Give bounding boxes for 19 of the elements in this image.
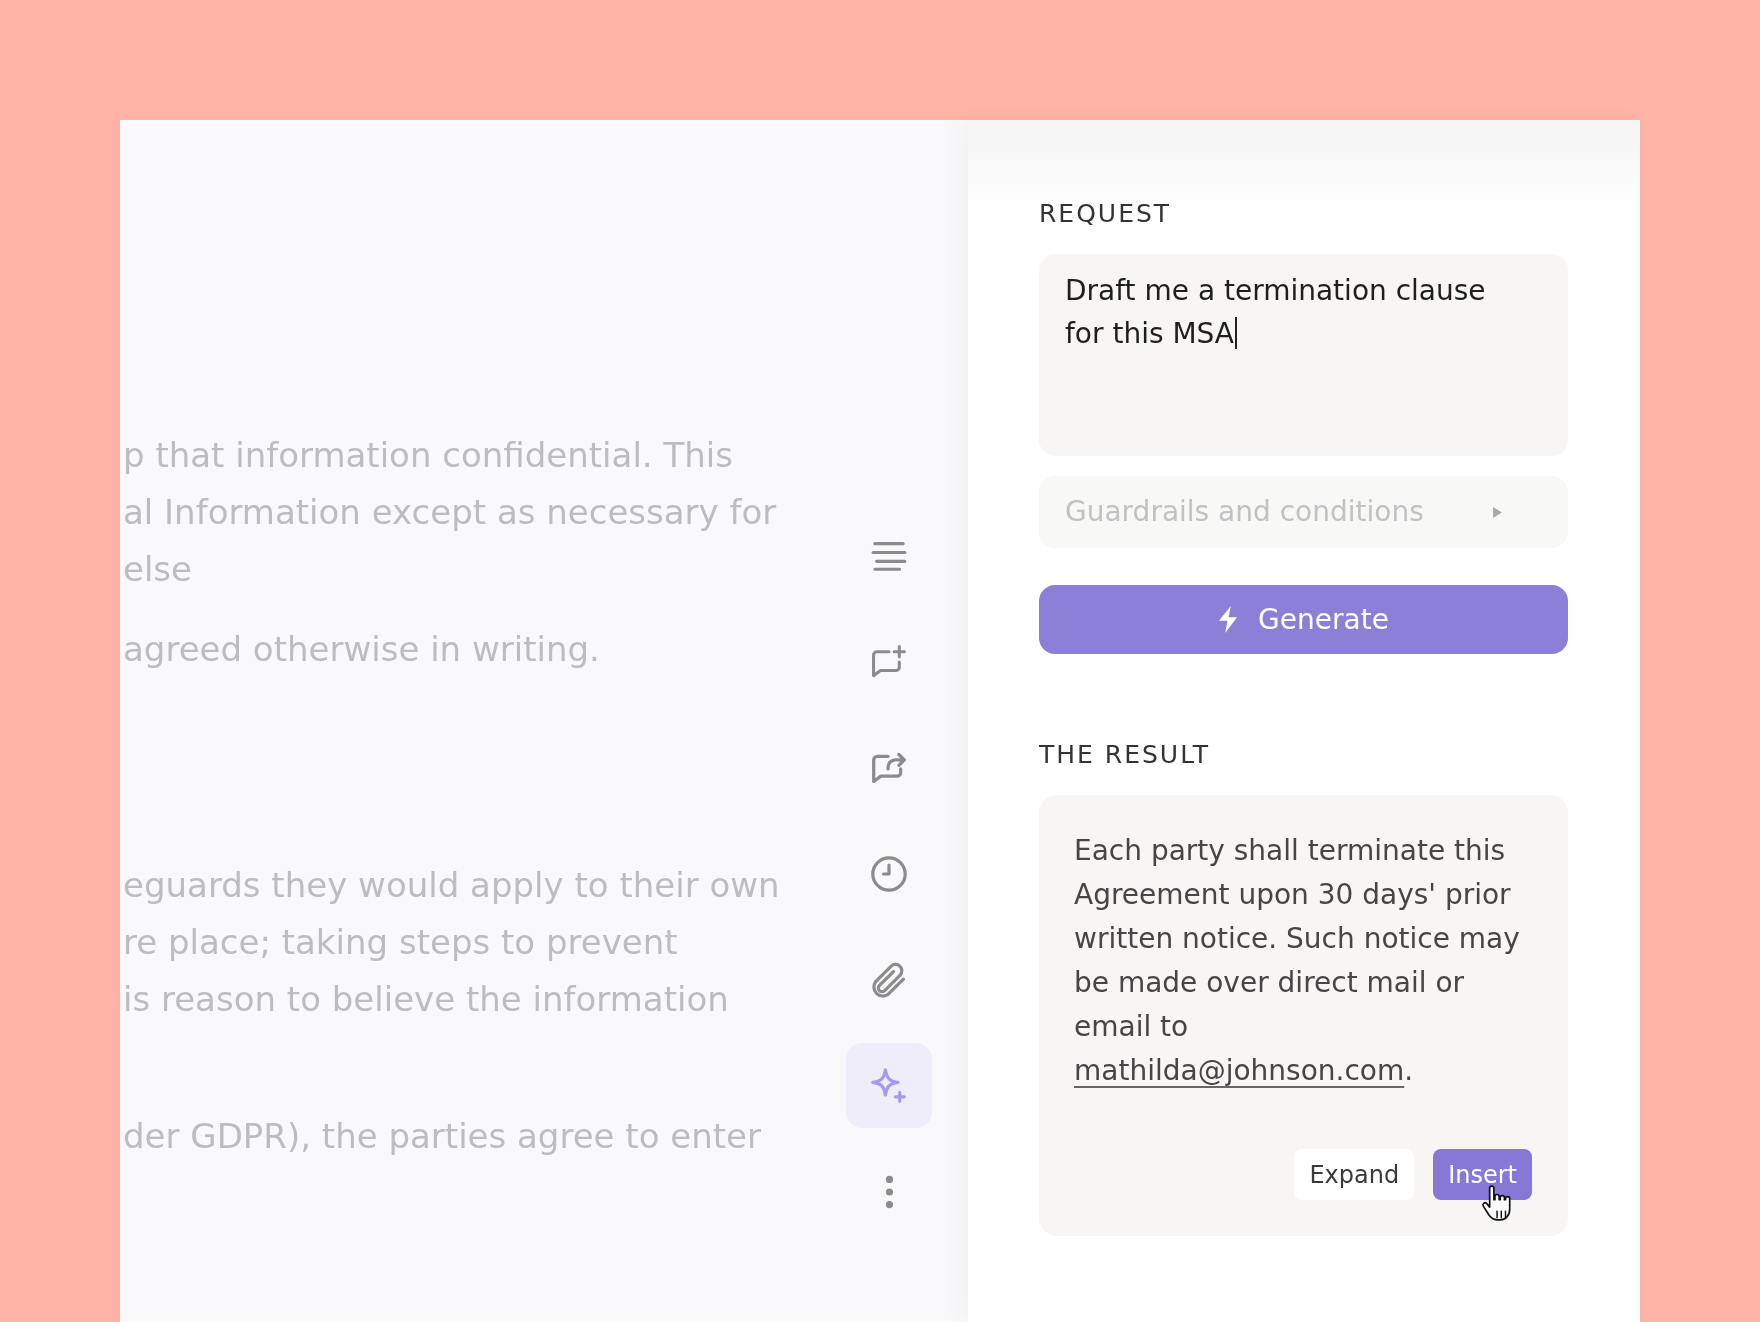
document-text: p that information confidential. This al Information except as necessary for else <box>123 434 778 592</box>
request-input[interactable]: Draft me a termination clause for this MSA <box>1039 254 1568 456</box>
toolbar-button[interactable] <box>846 1043 932 1128</box>
document-text: der GDPR), the parties agree to enter <box>123 1115 762 1159</box>
more-icon <box>883 1173 895 1210</box>
section-heading: THE RESULT <box>1039 740 1211 770</box>
result-text: Each party shall terminate this Agreement upon 30 days' prior written notice. Such notice may be made over direct mail or email to mathilda@johnson.com. <box>1074 833 1520 1089</box>
insert-button[interactable]: Insert <box>1433 1149 1532 1200</box>
expand-button[interactable]: Expand <box>1294 1149 1415 1200</box>
sparkle-icon <box>871 1067 907 1104</box>
speech-bubble-plus-icon <box>871 643 907 680</box>
document-text: agreed otherwise in writing. <box>123 628 601 672</box>
lightning-bolt-icon <box>1218 606 1239 633</box>
section-heading: REQUEST <box>1039 199 1173 229</box>
email-link[interactable]: mathilda@johnson.com <box>1074 1054 1405 1087</box>
text-lines-icon <box>871 540 907 571</box>
paperclip-icon <box>871 961 907 998</box>
clock-icon <box>871 855 907 892</box>
document-text: eguards they would apply to their own re place; taking steps to prevent is reason to believe the information <box>123 863 781 1022</box>
